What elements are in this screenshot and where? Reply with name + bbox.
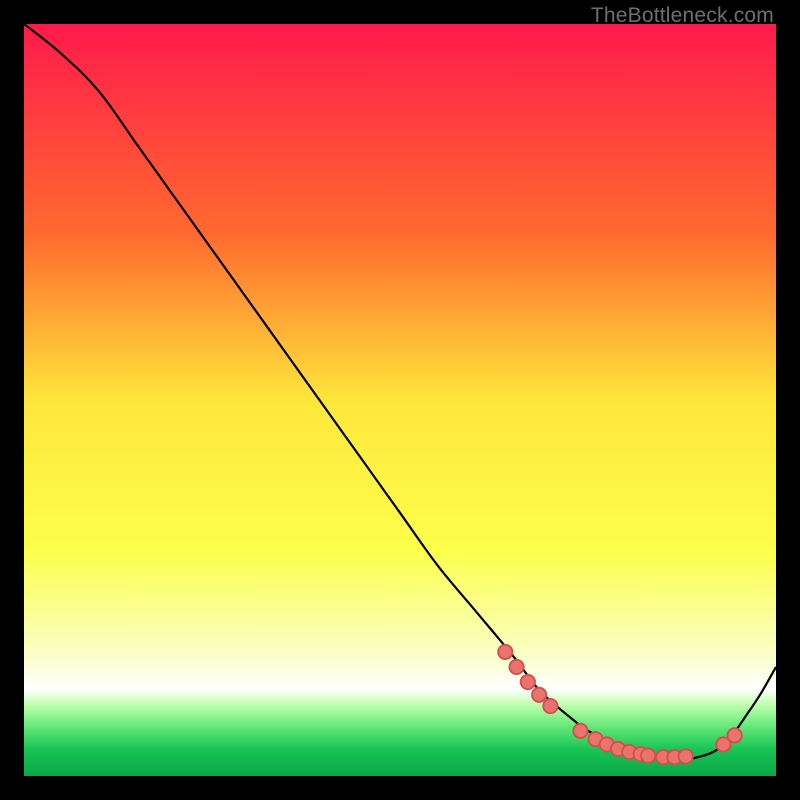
marker-dot bbox=[727, 728, 741, 742]
curve-markers bbox=[498, 645, 742, 765]
plot-area bbox=[24, 24, 776, 776]
bottleneck-curve bbox=[24, 24, 776, 760]
marker-dot bbox=[641, 749, 655, 763]
marker-dot bbox=[679, 749, 693, 763]
marker-dot bbox=[543, 699, 557, 713]
chart-root: { "watermark": "TheBottleneck.com", "col… bbox=[0, 0, 800, 800]
marker-dot bbox=[498, 645, 512, 659]
marker-dot bbox=[532, 688, 546, 702]
marker-dot bbox=[521, 675, 535, 689]
marker-dot bbox=[573, 724, 587, 738]
watermark-text: TheBottleneck.com bbox=[591, 4, 774, 28]
marker-dot bbox=[509, 660, 523, 674]
curve-layer bbox=[24, 24, 776, 776]
